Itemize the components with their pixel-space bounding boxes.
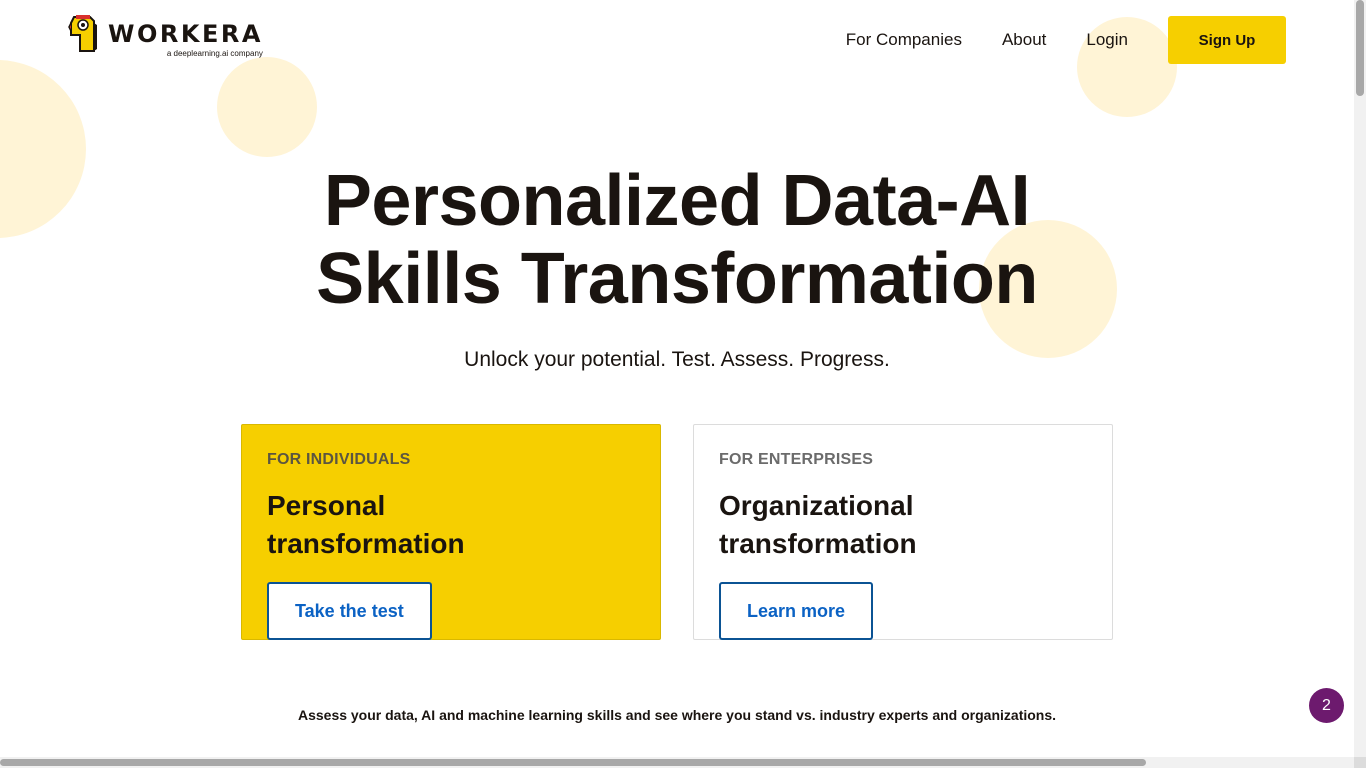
enterprises-card: FOR ENTERPRISES Organizational transform… [693,424,1113,640]
card-title: Personal transformation [267,490,465,559]
workera-logo[interactable]: WORKERA a deeplearning.ai company [68,15,263,58]
sign-up-button[interactable]: Sign Up [1168,16,1286,64]
vertical-scroll-thumb[interactable] [1356,0,1364,96]
logo-wordmark: WORKERA [108,20,263,48]
notification-badge[interactable]: 2 [1309,688,1344,723]
decor-circle [217,57,317,157]
card-title: Organizational transformation [719,490,917,559]
learn-more-button[interactable]: Learn more [719,582,874,640]
horizontal-scroll-thumb[interactable] [0,759,1146,766]
vertical-scrollbar[interactable] [1354,0,1366,757]
page-viewport: WORKERA a deeplearning.ai company For Co… [0,0,1354,757]
hero-title-line1: Personalized Data-AI [323,161,1031,241]
hero-subtitle: Unlock your potential. Test. Assess. Pro… [464,348,890,371]
card-kicker: FOR ENTERPRISES [719,451,874,468]
hero-title: Personalized Data-AI Skills Transformati… [0,162,1354,318]
assessment-description: Assess your data, AI and machine learnin… [297,707,1057,723]
workera-bird-icon [68,15,98,53]
nav-about[interactable]: About [1002,30,1046,50]
nav-login[interactable]: Login [1086,30,1128,50]
hero-title-line2: Skills Transformation [316,239,1038,319]
take-the-test-button[interactable]: Take the test [267,582,432,640]
card-kicker: FOR INDIVIDUALS [267,451,411,468]
logo-tagline: a deeplearning.ai company [166,49,263,58]
scrollbar-corner [1354,757,1366,768]
horizontal-scrollbar[interactable] [0,757,1354,768]
nav-for-companies[interactable]: For Companies [846,30,962,50]
top-nav: For Companies About Login Sign Up [846,16,1286,64]
individuals-card: FOR INDIVIDUALS Personal transformation … [241,424,661,640]
